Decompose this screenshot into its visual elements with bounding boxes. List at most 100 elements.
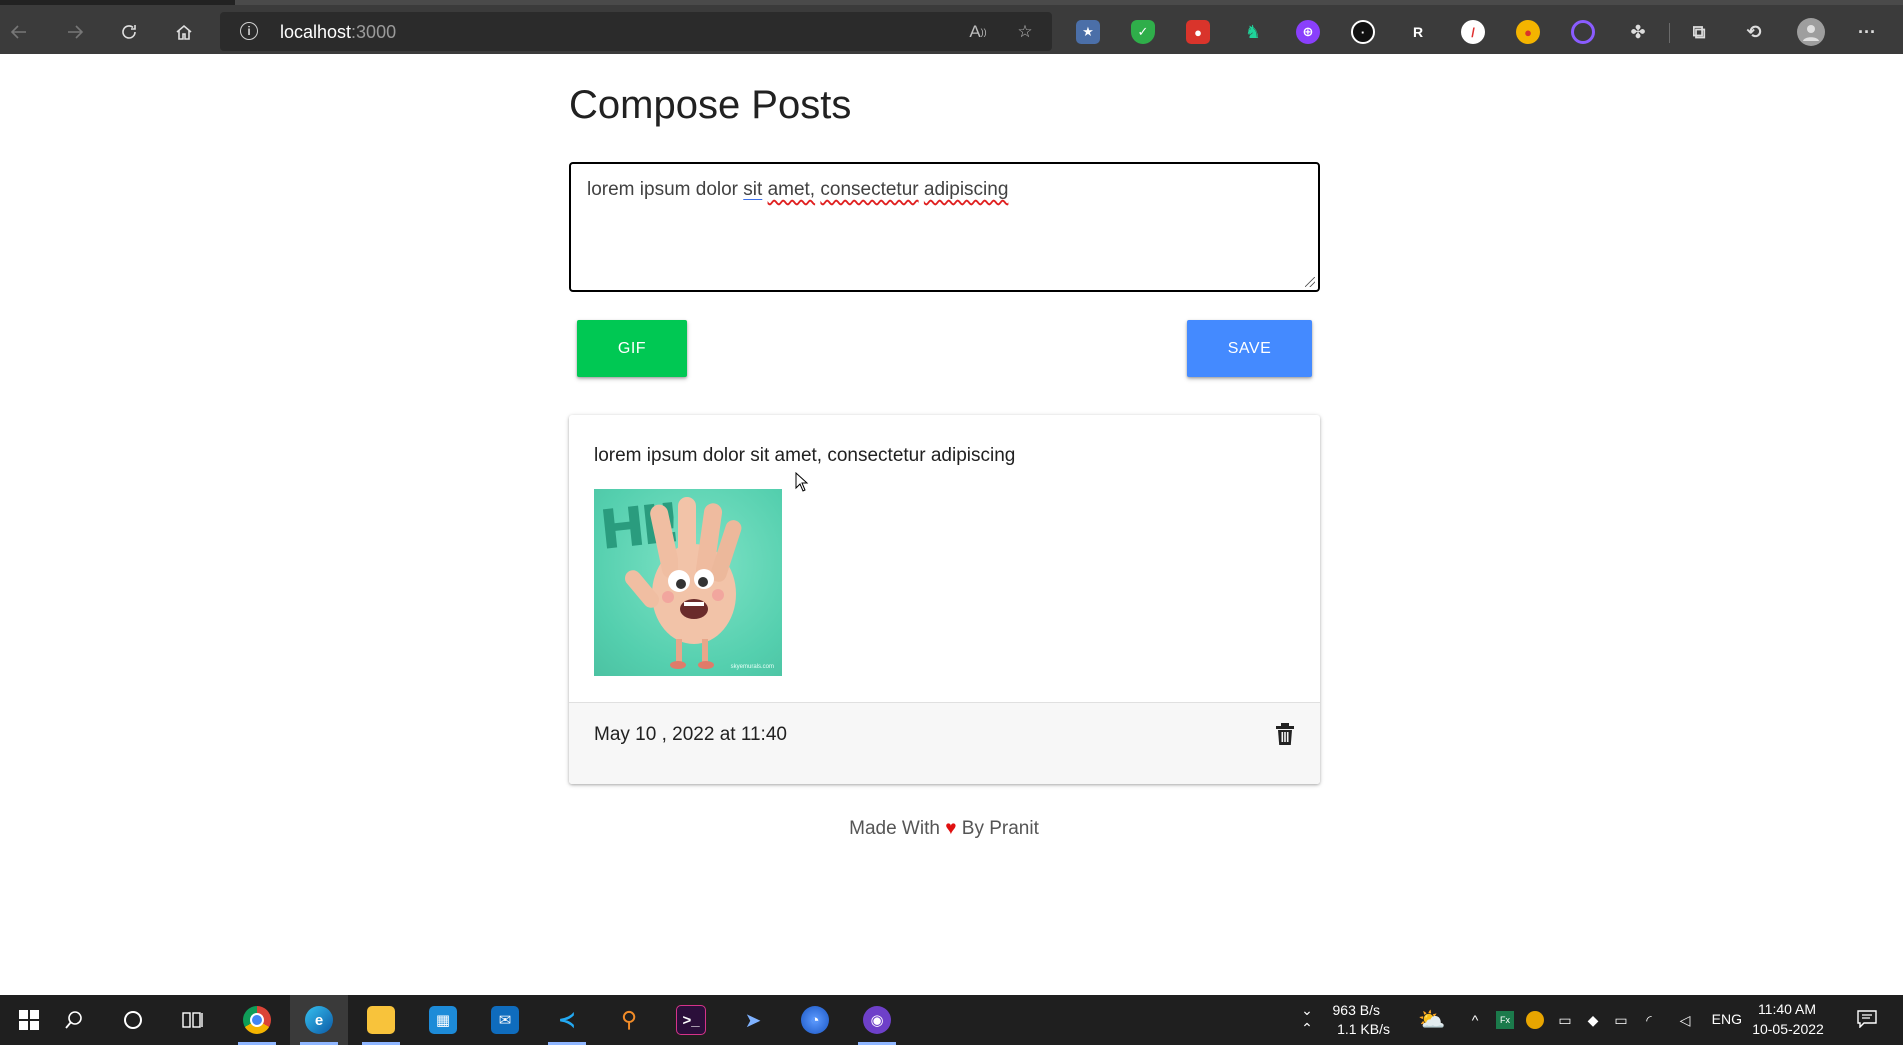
taskbar-store[interactable]: ▦: [414, 995, 472, 1045]
extension-bookmark-icon[interactable]: ★: [1076, 20, 1100, 44]
search-icon: [65, 1011, 82, 1029]
clock-time[interactable]: 11:40 AM: [1752, 1001, 1822, 1017]
windows-logo-icon: [19, 1010, 39, 1030]
extension-shield-icon[interactable]: ✓: [1131, 20, 1155, 44]
forward-arrow-icon: [68, 25, 84, 39]
url-host: localhost: [280, 22, 352, 42]
refresh-button[interactable]: [112, 15, 146, 49]
back-button[interactable]: [2, 15, 36, 49]
extension-color-icon[interactable]: /: [1461, 20, 1485, 44]
compose-text-part: consectetur: [820, 179, 919, 200]
net-up-chevron-icon: ⌃: [1301, 1019, 1313, 1036]
taskbar-github-desktop[interactable]: ◉: [848, 995, 906, 1045]
extension-circle-icon[interactable]: ·: [1351, 20, 1375, 44]
task-view-button[interactable]: [164, 995, 222, 1045]
taskbar-powershell[interactable]: ➤: [724, 995, 782, 1045]
taskbar-edge[interactable]: e: [290, 995, 348, 1045]
home-icon: [176, 24, 192, 40]
refresh-icon: [122, 25, 136, 39]
cortana-button[interactable]: [104, 995, 162, 1045]
resize-handle-icon[interactable]: [1305, 277, 1315, 287]
notifications-icon[interactable]: [1856, 1009, 1878, 1029]
net-down-chevron-icon: ⌄: [1301, 1001, 1313, 1018]
taskbar-terminal[interactable]: >_: [662, 995, 720, 1045]
footer-prefix: Made With: [849, 818, 940, 839]
clock-date[interactable]: 10-05-2022: [1750, 1021, 1826, 1037]
save-button[interactable]: SAVE: [1187, 320, 1312, 377]
compose-textarea[interactable]: lorem ipsum dolor sit amet, consectetur …: [569, 162, 1320, 292]
edge-icon: e: [305, 1006, 333, 1034]
mouse-cursor-icon: [795, 472, 809, 492]
tab-strip-edge: [235, 0, 1903, 5]
language-indicator[interactable]: ENG: [1702, 1011, 1742, 1027]
wifi-icon[interactable]: ◜: [1640, 1011, 1658, 1029]
github-icon: ◉: [863, 1006, 891, 1034]
weather-icon[interactable]: ⛅: [1418, 1007, 1446, 1033]
extension-yellow-icon[interactable]: ●: [1516, 20, 1540, 44]
address-url[interactable]: localhost:3000: [280, 22, 396, 43]
url-port: :3000: [351, 22, 397, 42]
taskbar-search-tool[interactable]: ⚲: [600, 995, 658, 1045]
taskbar-chrome[interactable]: [228, 995, 286, 1045]
taskbar-vscode[interactable]: ≺: [538, 995, 596, 1045]
net-down-speed: 963 B/s: [1332, 1002, 1380, 1018]
taskbar-mail[interactable]: ✉: [476, 995, 534, 1045]
task-view-icon: [182, 1012, 203, 1028]
extension-ring-icon[interactable]: [1571, 20, 1595, 44]
mail-icon: ✉: [491, 1006, 519, 1034]
waving-hand-illustration: [625, 497, 742, 669]
extension-purple-icon[interactable]: ⊕: [1296, 20, 1320, 44]
post-card-footer: May 10 , 2022 at 11:40: [569, 702, 1320, 784]
more-menu-icon[interactable]: ···: [1855, 20, 1879, 44]
post-date: May 10 , 2022 at 11:40: [594, 724, 787, 745]
add-favorite-icon[interactable]: ☆: [1012, 20, 1038, 44]
compose-text-part: lorem ipsum dolor: [587, 179, 744, 200]
home-button[interactable]: [167, 15, 201, 49]
forward-button[interactable]: [58, 15, 92, 49]
compose-text[interactable]: lorem ipsum dolor sit amet, consectetur …: [587, 179, 1008, 201]
tray-app-icon[interactable]: Fx: [1496, 1011, 1514, 1029]
windows-taskbar: e ▦ ✉ ≺ ⚲ >_ ➤ ◔ ◉ ⌄ ⌃ 963 B/s 1.1 KB/s …: [0, 995, 1903, 1045]
arrow-app-icon: ➤: [744, 1009, 762, 1032]
cortana-circle-icon: [124, 1011, 142, 1029]
extension-rx-icon[interactable]: R: [1406, 20, 1430, 44]
extension-red-icon[interactable]: ●: [1186, 20, 1210, 44]
firefox-icon: ◔: [801, 1006, 829, 1034]
tray-color-icon[interactable]: ◆: [1584, 1011, 1602, 1029]
taskbar-search-button[interactable]: [45, 995, 103, 1045]
post-card: lorem ipsum dolor sit amet, consectetur …: [569, 415, 1320, 784]
vscode-icon: ≺: [557, 1007, 577, 1032]
footer-credit: Made With ♥ By Pranit: [0, 818, 1888, 840]
history-icon[interactable]: ⟲: [1742, 20, 1766, 44]
compose-text-part: amet,: [767, 179, 816, 200]
gif-button[interactable]: GIF: [577, 320, 687, 377]
delete-trash-icon[interactable]: [1274, 722, 1296, 746]
taskbar-firefox[interactable]: ◔: [786, 995, 844, 1045]
show-hidden-icons-icon[interactable]: ^: [1466, 1011, 1484, 1029]
page-title: Compose Posts: [569, 83, 852, 127]
profile-avatar-icon[interactable]: [1797, 18, 1825, 46]
battery-icon[interactable]: ▭: [1612, 1011, 1630, 1029]
heart-icon: ♥: [945, 818, 957, 839]
extensions-puzzle-icon[interactable]: ✤: [1626, 20, 1650, 44]
chrome-icon: [243, 1006, 271, 1034]
address-bar[interactable]: i localhost:3000 A)) ☆: [220, 12, 1052, 51]
post-text: lorem ipsum dolor sit amet, consectetur …: [594, 445, 1016, 466]
folder-icon: [367, 1006, 395, 1034]
compose-text-part: adipiscing: [923, 179, 1009, 200]
extension-runner-icon[interactable]: ♞: [1241, 20, 1265, 44]
site-info-icon[interactable]: i: [240, 22, 258, 40]
read-aloud-icon[interactable]: A)): [965, 20, 991, 44]
back-arrow-icon: [10, 25, 26, 39]
tray-chrome-icon[interactable]: [1526, 1011, 1544, 1029]
terminal-icon: >_: [676, 1005, 706, 1035]
gif-credit: skyemurals.com: [730, 664, 774, 670]
footer-suffix: By Pranit: [961, 818, 1039, 839]
collections-icon[interactable]: ⧉: [1687, 20, 1711, 44]
volume-icon[interactable]: ◁: [1676, 1011, 1694, 1029]
compose-text-part: sit: [743, 179, 763, 200]
store-icon: ▦: [429, 1006, 457, 1034]
tray-meet-icon[interactable]: ▭: [1556, 1011, 1574, 1029]
magnifier-app-icon: ⚲: [620, 1007, 638, 1032]
taskbar-file-explorer[interactable]: [352, 995, 410, 1045]
